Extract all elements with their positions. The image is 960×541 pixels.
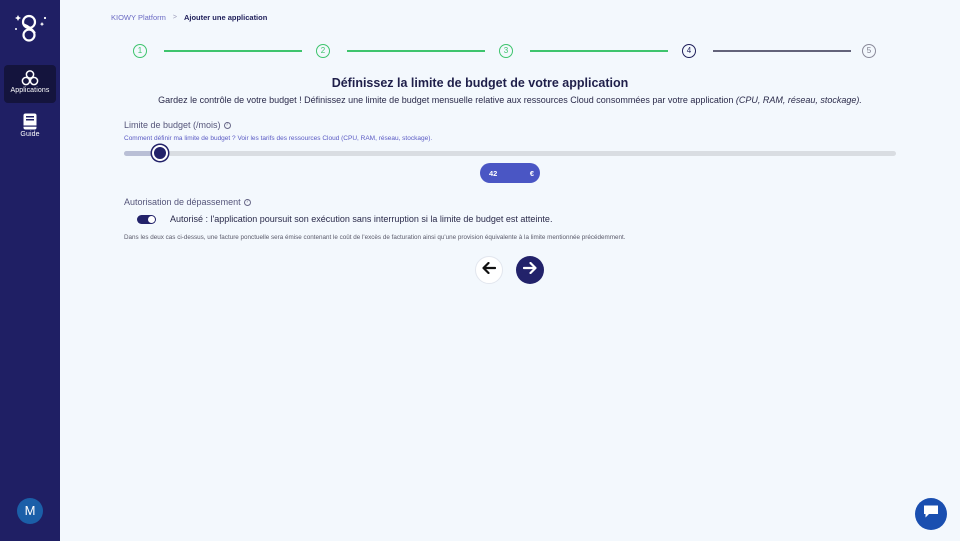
subtitle-italic: (CPU, RAM, réseau, stockage).	[735, 95, 862, 105]
back-button[interactable]	[475, 256, 503, 284]
overrun-toggle[interactable]	[137, 215, 156, 224]
step-5: 5	[862, 44, 876, 58]
step-2[interactable]: 2	[316, 44, 330, 58]
avatar[interactable]: M	[17, 498, 43, 524]
stepper: 1 2 3 4 5	[0, 44, 960, 58]
step-connector	[713, 50, 851, 52]
subtitle-text: Gardez le contrôle de votre budget ! Déf…	[158, 95, 734, 105]
pricing-link[interactable]: Voir les tarifs des ressources Cloud (CP…	[237, 135, 432, 142]
toggle-knob	[148, 216, 155, 223]
breadcrumb-separator: >	[172, 14, 177, 21]
budget-input[interactable]	[489, 168, 519, 178]
arrow-left-icon	[482, 261, 497, 279]
next-button[interactable]	[516, 256, 544, 284]
budget-label-row: Limite de budget (/mois) ?	[124, 120, 231, 130]
budget-help-link[interactable]: Comment définir ma limite de budget ?	[124, 135, 236, 142]
budget-label: Limite de budget (/mois)	[124, 120, 221, 130]
overrun-label: Autorisation de dépassement	[124, 197, 241, 207]
step-3[interactable]: 3	[499, 44, 513, 58]
page-subtitle: Gardez le contrôle de votre budget ! Déf…	[0, 95, 960, 105]
help-icon[interactable]: ?	[243, 198, 251, 206]
currency-symbol: €	[529, 168, 534, 178]
breadcrumb-current: Ajouter une application	[183, 13, 268, 22]
chat-button[interactable]	[915, 498, 947, 530]
sidebar-item-label: Guide	[20, 131, 40, 138]
page-title: Définissez la limite de budget de votre …	[331, 76, 629, 90]
budget-slider[interactable]	[124, 145, 896, 161]
book-icon	[4, 113, 56, 130]
step-1[interactable]: 1	[133, 44, 147, 58]
step-connector	[164, 50, 302, 52]
arrow-right-icon	[522, 261, 537, 279]
breadcrumb-root[interactable]: KIOWY Platform	[111, 13, 166, 22]
overrun-toggle-text: Autorisé : l'application poursuit son ex…	[170, 214, 553, 224]
step-connector	[530, 50, 668, 52]
help-icon[interactable]: ?	[223, 121, 231, 129]
step-connector	[347, 50, 485, 52]
breadcrumb: KIOWY Platform > Ajouter une application	[111, 13, 267, 22]
kiowy-logo[interactable]	[8, 10, 52, 46]
sidebar-item-guide[interactable]: Guide	[4, 108, 56, 146]
step-4: 4	[682, 44, 696, 58]
budget-value-field[interactable]: €	[480, 163, 540, 183]
chat-icon	[923, 504, 939, 524]
slider-thumb[interactable]	[152, 145, 169, 161]
overrun-label-row: Autorisation de dépassement ?	[124, 197, 251, 207]
help-links: Comment définir ma limite de budget ? Vo…	[124, 135, 432, 142]
billing-note: Dans les deux cas ci-dessus, une facture…	[124, 234, 626, 241]
